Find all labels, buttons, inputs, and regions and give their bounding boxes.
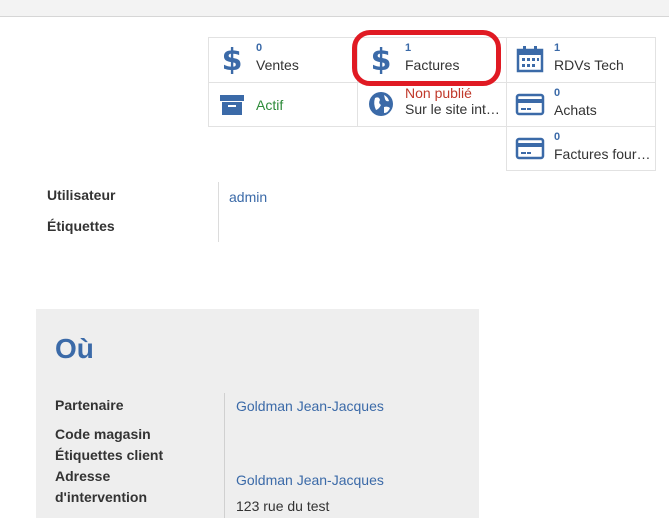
factures-four-count: 0: [554, 131, 561, 143]
archive-icon: [220, 95, 244, 115]
utilisateur-value[interactable]: admin: [229, 189, 267, 205]
actif-label: Actif: [256, 97, 284, 113]
rdvs-tech-button[interactable]: 1 RDVs Tech: [506, 37, 656, 83]
adresse-label: Adresse: [55, 468, 111, 484]
partenaire-value[interactable]: Goldman Jean-Jacques: [236, 396, 384, 417]
achats-count: 0: [554, 87, 561, 99]
rdvs-count: 1: [554, 42, 561, 54]
globe-icon: [369, 92, 393, 116]
calendar-icon: [516, 46, 544, 73]
adresse-street: 123 rue du test: [236, 498, 330, 514]
utilisateur-label: Utilisateur: [47, 187, 116, 203]
website-publish-button[interactable]: Non publié Sur le site int…: [357, 82, 507, 127]
field-separator: [218, 182, 219, 242]
ventes-button[interactable]: $ 0 Ventes: [208, 37, 358, 83]
code-magasin-label: Code magasin: [55, 426, 151, 442]
dollar-icon: $: [371, 44, 392, 74]
publish-status: Non publié: [405, 85, 472, 101]
rdvs-label: RDVs Tech: [554, 57, 624, 73]
achats-label: Achats: [554, 102, 597, 118]
achats-button[interactable]: 0 Achats: [506, 82, 656, 127]
partenaire-label: Partenaire: [55, 397, 124, 413]
adresse-name[interactable]: Goldman Jean-Jacques: [236, 470, 384, 491]
ou-section: Où Partenaire Goldman Jean-Jacques Code …: [36, 309, 479, 518]
website-label: Sur le site int…: [405, 101, 500, 117]
credit-card-icon: [515, 137, 545, 160]
dollar-icon: $: [222, 44, 243, 74]
etiquettes-client-label: Étiquettes client: [55, 447, 164, 463]
actif-button[interactable]: Actif: [208, 82, 358, 127]
factures-button[interactable]: $ 1 Factures: [357, 37, 507, 83]
ou-title: Où: [55, 333, 94, 364]
ventes-label: Ventes: [256, 57, 299, 73]
factures-four-label: Factures four…: [554, 146, 651, 162]
etiquettes-label: Étiquettes: [47, 218, 115, 234]
factures-count: 1: [405, 42, 412, 54]
credit-card-icon: [515, 93, 545, 116]
adresse-label-line2: d'intervention: [55, 489, 147, 505]
ventes-count: 0: [256, 42, 263, 54]
factures-fournisseur-button[interactable]: 0 Factures four…: [506, 126, 656, 171]
svg-text:$: $: [371, 44, 392, 74]
top-bar: [0, 0, 669, 17]
panel-separator: [224, 393, 225, 518]
factures-label: Factures: [405, 57, 460, 73]
svg-text:$: $: [222, 44, 243, 74]
